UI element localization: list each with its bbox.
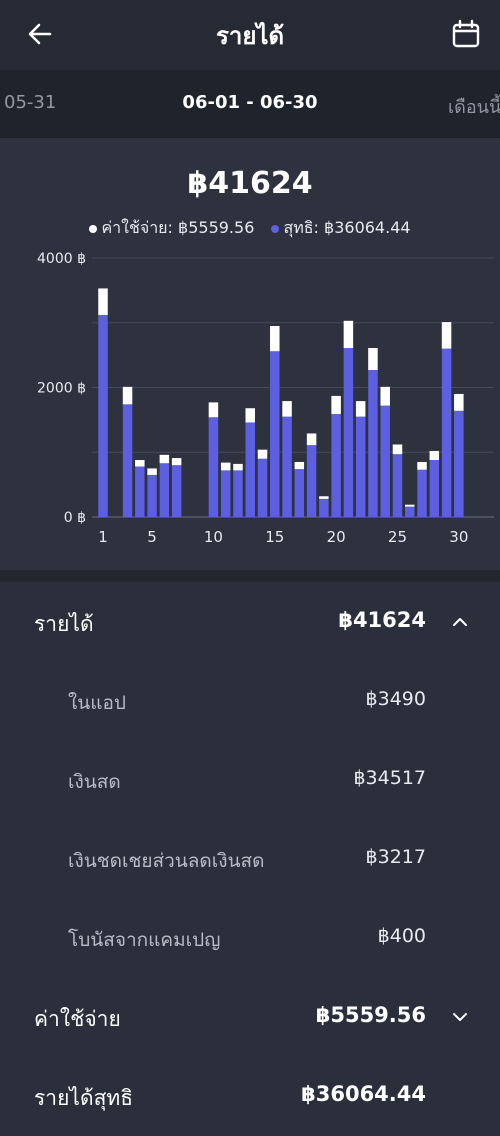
x-tick-label: 20	[327, 528, 346, 546]
bar-expense	[122, 386, 133, 405]
bar-net	[392, 454, 403, 517]
bar-expense	[159, 454, 170, 464]
bar-net	[257, 458, 268, 517]
bar-expense	[368, 348, 378, 371]
x-tick-label: 5	[147, 528, 157, 546]
y-tick-label: 2000 ฿	[37, 381, 86, 397]
bar-expense	[319, 496, 329, 499]
net-income-value: ฿36064.44	[301, 1082, 426, 1106]
bar-expense	[306, 433, 317, 446]
bar-expense	[282, 401, 292, 417]
bar-net	[98, 314, 108, 517]
bar-expense	[331, 395, 341, 415]
income-value: ฿41624	[338, 608, 426, 632]
bar-expense	[208, 402, 219, 418]
bar-expense	[441, 322, 452, 349]
x-tick-label: 1	[98, 528, 108, 546]
x-tick-label: 30	[449, 528, 468, 546]
bar-net	[441, 348, 452, 517]
bar-expense	[270, 325, 280, 352]
net-income-label: รายได้สุทธิ	[34, 1086, 134, 1110]
bonus-value: ฿400	[377, 925, 426, 947]
bar-net	[220, 470, 231, 517]
bar-net	[429, 460, 440, 517]
bar-expense	[429, 450, 440, 461]
net-income-row: รายได้สุทธิ ฿36064.44	[0, 1068, 500, 1124]
bar-net	[233, 470, 243, 517]
bar-net	[343, 348, 354, 517]
bar-net	[380, 405, 390, 517]
expense-row[interactable]: ค่าใช้จ่าย ฿5559.56	[0, 989, 500, 1045]
cash-row: เงินสด ฿34517	[0, 753, 500, 809]
bar-net	[331, 414, 341, 517]
bar-net	[355, 416, 366, 517]
expense-value: ฿5559.56	[315, 1003, 426, 1027]
bar-expense	[233, 463, 243, 471]
bar-net	[294, 469, 305, 517]
bar-expense	[171, 458, 182, 466]
cash-discount-row: เงินชดเชยส่วนลดเงินสด ฿3217	[0, 832, 500, 888]
bar-expense	[355, 401, 366, 417]
y-tick-label: 4000 ฿	[37, 251, 86, 267]
bar-net	[147, 474, 157, 517]
bar-net	[368, 370, 378, 517]
bar-net	[417, 469, 427, 517]
page-title: รายได้	[215, 22, 285, 50]
bar-net	[270, 351, 280, 517]
chevron-up-icon[interactable]	[450, 612, 470, 632]
cash-label: เงินสด	[68, 771, 121, 793]
period-current[interactable]: 06-01 - 06-30	[0, 92, 500, 113]
bar-net	[245, 422, 255, 517]
bar-net	[135, 466, 145, 517]
chevron-down-icon[interactable]	[450, 1007, 470, 1027]
bar-expense	[245, 408, 255, 423]
x-tick-label: 15	[265, 528, 284, 546]
cash-discount-label: เงินชดเชยส่วนลดเงินสด	[68, 850, 265, 872]
bar-net	[405, 506, 415, 517]
cash-discount-value: ฿3217	[365, 846, 426, 868]
bar-net	[208, 417, 219, 517]
app-header: รายได้	[0, 0, 500, 70]
bar-net	[122, 404, 133, 517]
y-tick-label: 0 ฿	[64, 510, 86, 526]
calendar-icon	[452, 19, 480, 48]
bar-expense	[417, 461, 427, 470]
income-label: รายได้	[34, 612, 94, 636]
bar-expense	[343, 320, 354, 349]
bar-expense	[405, 504, 415, 507]
in-app-row: ในแอป ฿3490	[0, 674, 500, 730]
bar-net	[454, 410, 464, 517]
expense-label: ค่าใช้จ่าย	[34, 1007, 121, 1031]
income-row[interactable]: รายได้ ฿41624	[0, 594, 500, 650]
bar-expense	[257, 449, 268, 459]
income-summary: ฿41624 ค่าใช้จ่าย: ฿5559.56 สุทธิ: ฿3606…	[0, 138, 500, 570]
bonus-row: โบนัสจากแคมเปญ ฿400	[0, 911, 500, 967]
bar-expense	[135, 460, 145, 467]
in-app-value: ฿3490	[365, 688, 426, 710]
in-app-label: ในแอป	[68, 692, 126, 714]
bar-net	[319, 498, 329, 517]
calendar-button[interactable]	[444, 12, 488, 56]
income-details: รายได้ ฿41624 ในแอป ฿3490 เงินสด ฿34517 …	[0, 582, 500, 1136]
x-tick-label: 10	[204, 528, 223, 546]
period-selector: 05-31 06-01 - 06-30 เดือนนี้	[0, 70, 500, 138]
bonus-label: โบนัสจากแคมเปญ	[68, 929, 221, 951]
section-divider	[0, 570, 500, 582]
bar-net	[171, 465, 182, 517]
cash-value: ฿34517	[353, 767, 426, 789]
x-tick-label: 25	[388, 528, 407, 546]
bar-net	[306, 445, 317, 517]
bar-expense	[380, 386, 390, 406]
bar-expense	[147, 468, 157, 475]
bar-expense	[98, 288, 108, 315]
bar-expense	[220, 462, 231, 471]
bar-expense	[392, 444, 403, 455]
bar-net	[159, 463, 170, 517]
daily-income-chart: 4000 ฿2000 ฿0 ฿1 5 10 15 20 25 30	[37, 251, 494, 546]
bar-expense	[454, 393, 464, 411]
period-next[interactable]: เดือนนี้	[448, 92, 500, 121]
bar-net	[282, 416, 292, 517]
bar-expense	[294, 461, 305, 470]
